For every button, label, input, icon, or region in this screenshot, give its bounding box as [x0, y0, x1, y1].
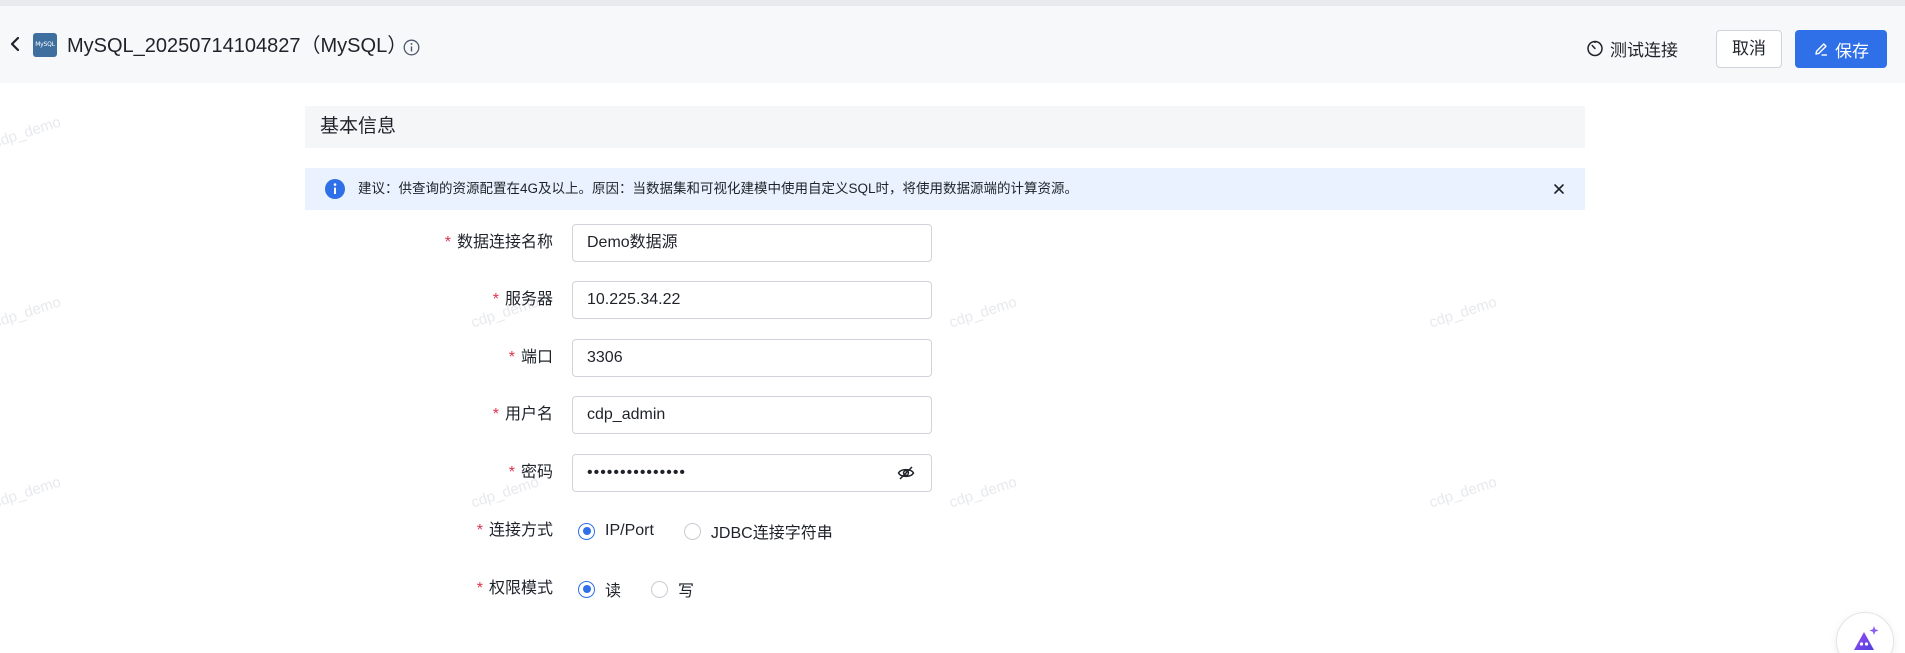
permission-mode-radio-group: 读 写 [578, 570, 724, 608]
timer-icon [1587, 40, 1603, 57]
chevron-left-icon [10, 36, 20, 52]
close-icon[interactable] [1551, 181, 1567, 197]
page-title: MySQL_20250714104827（MySQL） [67, 35, 408, 57]
radio-ip-port[interactable]: IP/Port [578, 522, 654, 540]
radio-selected-icon [578, 522, 595, 540]
resource-alert: 建议：供查询的资源配置在4G及以上。原因：当数据集和可视化建模中使用自定义SQL… [305, 168, 1585, 210]
mysql-logo-icon: MySQL [33, 33, 57, 57]
ai-assistant-icon [1854, 626, 1879, 650]
eye-off-icon[interactable] [897, 464, 915, 482]
cancel-button[interactable]: 取消 [1716, 30, 1782, 68]
form-row-connection-mode: * 连接方式 IP/Port JDBC连接字符串 [0, 512, 1905, 550]
watermark: cdp_demo [0, 113, 63, 152]
connection-name-input[interactable]: Demo数据源 [572, 224, 932, 262]
form-row-password: * 密码 ••••••••••••••• [0, 454, 1905, 492]
radio-unselected-icon [683, 522, 701, 540]
password-input[interactable]: ••••••••••••••• [572, 454, 932, 492]
server-input[interactable]: 10.225.34.22 [572, 281, 932, 319]
radio-read[interactable]: 读 [578, 577, 621, 601]
radio-selected-icon [578, 580, 595, 598]
form-row-permission-mode: * 权限模式 读 写 [0, 570, 1905, 608]
radio-write[interactable]: 写 [651, 577, 694, 601]
form-row-username: * 用户名 cdp_admin [0, 396, 1905, 434]
test-connection-button[interactable]: 测试连接 [1586, 33, 1678, 63]
port-label: * 端口 [508, 349, 553, 366]
password-label: * 密码 [508, 464, 553, 481]
save-button[interactable]: 保存 [1795, 30, 1887, 68]
page-header: MySQL MySQL_20250714104827（MySQL） 测试连接 取… [0, 6, 1905, 83]
form-row-name: * 数据连接名称 Demo数据源 [0, 224, 1905, 262]
edit-icon [1815, 43, 1827, 56]
radio-jdbc-string[interactable]: JDBC连接字符串 [683, 519, 833, 543]
form-row-port: * 端口 3306 [0, 339, 1905, 377]
alert-text: 建议：供查询的资源配置在4G及以上。原因：当数据集和可视化建模中使用自定义SQL… [358, 181, 1079, 196]
connection-mode-label: * 连接方式 [476, 522, 553, 539]
section-title: 基本信息 [320, 116, 397, 137]
back-button[interactable] [8, 34, 22, 54]
ai-assistant-button[interactable] [1836, 612, 1894, 653]
name-label: * 数据连接名称 [444, 234, 553, 251]
form-row-server: * 服务器 10.225.34.22 [0, 281, 1905, 319]
section-header: 基本信息 [305, 106, 1585, 148]
info-filled-icon [325, 179, 345, 199]
username-input[interactable]: cdp_admin [572, 396, 932, 434]
server-label: * 服务器 [492, 291, 553, 308]
port-input[interactable]: 3306 [572, 339, 932, 377]
connection-mode-radio-group: IP/Port JDBC连接字符串 [578, 512, 863, 550]
save-label: 保存 [1835, 41, 1869, 61]
permission-mode-label: * 权限模式 [476, 580, 553, 597]
username-label: * 用户名 [492, 406, 553, 423]
info-circle-icon[interactable] [403, 39, 420, 56]
test-connection-label: 测试连接 [1610, 40, 1678, 60]
radio-unselected-icon [651, 580, 669, 598]
